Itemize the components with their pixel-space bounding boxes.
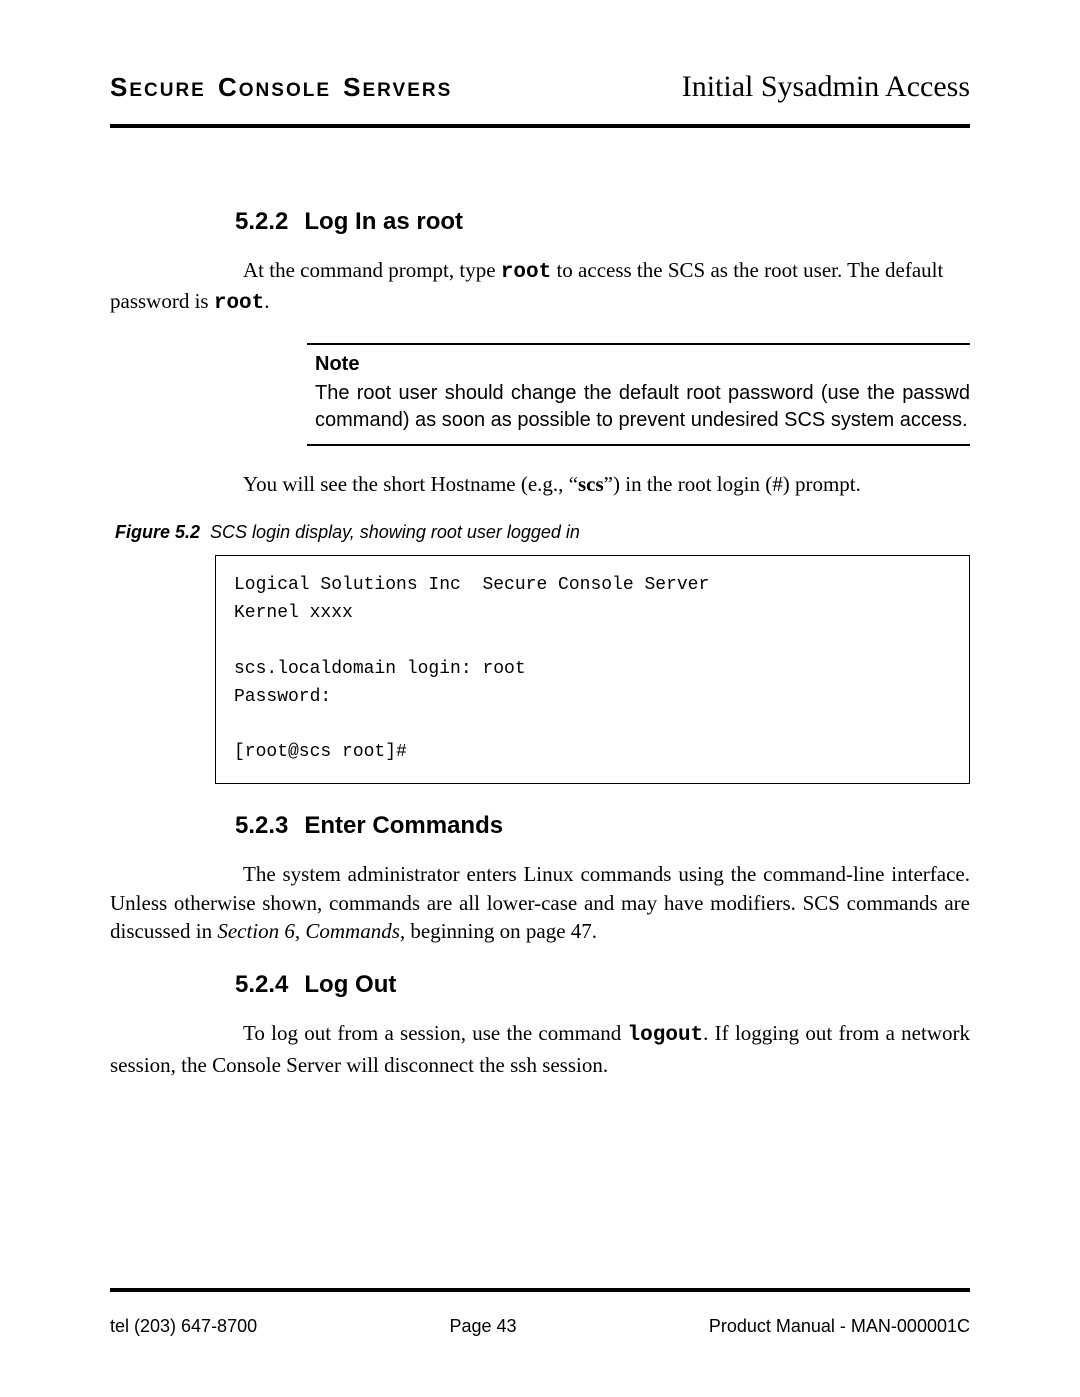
p522-code1: root xyxy=(501,261,551,284)
note-block: Note The root user should change the def… xyxy=(307,343,970,446)
heading-523-num: 5.2.3 xyxy=(235,812,288,839)
heading-522-title: Log In as root xyxy=(304,208,463,235)
body: 5.2.2 Log In as root At the command promp… xyxy=(110,128,970,1079)
figure-caption: Figure 5.2 SCS login display, showing ro… xyxy=(115,522,970,543)
hl-w1-cap: S xyxy=(110,72,129,102)
p522-c: . xyxy=(264,289,269,313)
host-b: ”) in the root login (#) prompt. xyxy=(604,472,861,496)
page: Secure Console Servers Initial Sysadmin … xyxy=(0,0,1080,1397)
host-a: You will see the short Hostname (e.g., “ xyxy=(243,472,578,496)
para-524: To log out from a session, use the comma… xyxy=(110,1019,970,1079)
hl-w1: ecure xyxy=(129,80,206,101)
header-right: Initial Sysadmin Access xyxy=(682,70,970,104)
hl-w3-cap: S xyxy=(343,72,362,102)
console-output: Logical Solutions Inc Secure Console Ser… xyxy=(215,555,970,784)
hl-w2-cap: C xyxy=(218,72,239,102)
heading-524-num: 5.2.4 xyxy=(235,971,288,998)
host-bold: scs xyxy=(578,472,604,496)
note-title: Note xyxy=(315,353,970,376)
para-hostname: You will see the short Hostname (e.g., “… xyxy=(215,470,970,498)
footer-right: Product Manual - MAN-000001C xyxy=(709,1316,970,1337)
footer-line: tel (203) 647-8700 Page 43 Product Manua… xyxy=(110,1316,970,1337)
heading-523: 5.2.3 Enter Commands xyxy=(235,812,970,840)
footer-center: Page 43 xyxy=(449,1316,516,1337)
p523-b: beginning on page 47. xyxy=(405,919,597,943)
page-header: Secure Console Servers Initial Sysadmin … xyxy=(110,70,970,128)
header-left: Secure Console Servers xyxy=(110,72,452,103)
p524-a: To log out from a session, use the comma… xyxy=(243,1021,628,1045)
para-523: The system administrator enters Linux co… xyxy=(110,860,970,945)
heading-524: 5.2.4 Log Out xyxy=(235,971,970,999)
footer-rule xyxy=(110,1288,970,1292)
page-footer: tel (203) 647-8700 Page 43 Product Manua… xyxy=(110,1288,970,1337)
hl-w3: ervers xyxy=(362,80,452,101)
p524-code: logout xyxy=(628,1024,704,1047)
heading-522-num: 5.2.2 xyxy=(235,208,288,235)
heading-524-title: Log Out xyxy=(304,971,396,998)
p522-a: At the command prompt, type xyxy=(243,258,501,282)
heading-523-title: Enter Commands xyxy=(304,812,503,839)
p522-code2: root xyxy=(214,292,264,315)
figure-text: SCS login display, showing root user log… xyxy=(210,522,580,542)
footer-left: tel (203) 647-8700 xyxy=(110,1316,257,1337)
p523-italic: Section 6, Commands, xyxy=(217,919,405,943)
note-body: The root user should change the default … xyxy=(315,380,970,434)
figure-label: Figure 5.2 xyxy=(115,522,200,542)
hl-w2: onsole xyxy=(239,80,331,101)
heading-522: 5.2.2 Log In as root xyxy=(235,208,970,236)
para-522: At the command prompt, type root to acce… xyxy=(110,256,970,319)
